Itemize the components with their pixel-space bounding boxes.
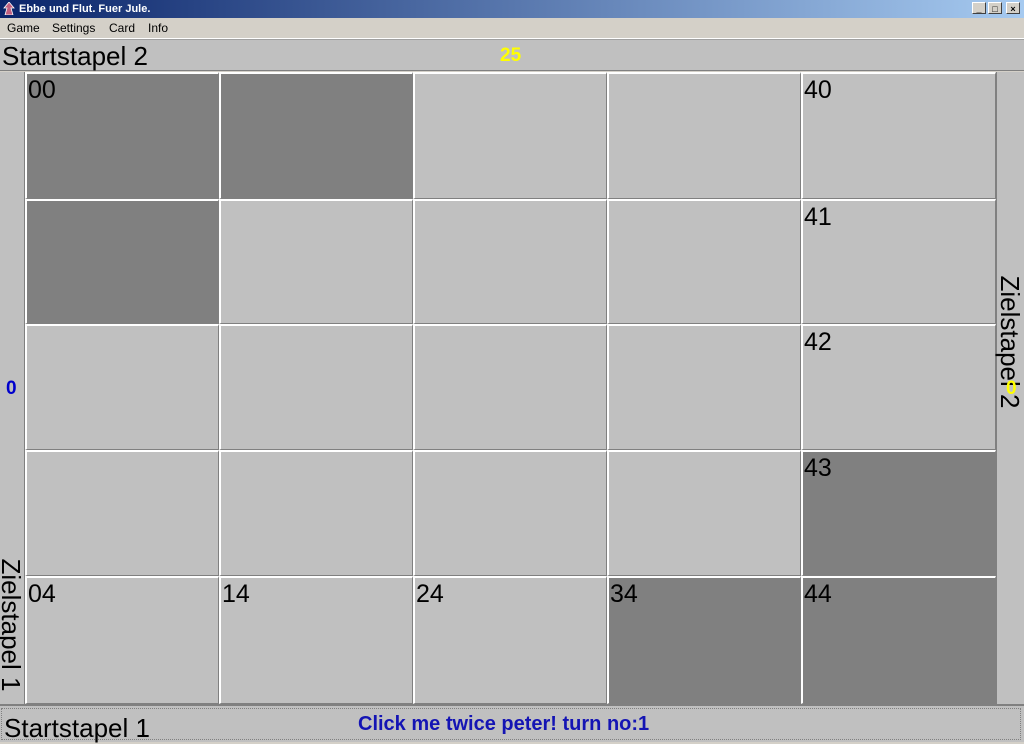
close-button[interactable]: × [1006,2,1020,14]
cell-label: 04 [28,580,56,608]
start-stack-2-label: Startstapel 2 [2,41,148,71]
app-icon [3,2,15,15]
cell-label: 00 [28,76,56,104]
board-cell[interactable]: 24 [413,576,607,704]
board-cell[interactable] [25,450,219,576]
board-cell[interactable]: 44 [801,576,996,704]
menu-info[interactable]: Info [148,21,168,35]
cell-label: 14 [222,580,250,608]
board-cell[interactable]: 43 [801,450,996,576]
board-cell[interactable]: 00 [25,72,219,199]
menu-bar: Game Settings Card Info [0,18,1024,39]
cell-label: 42 [804,328,832,356]
goal-stack-1-count: 0 [6,378,17,399]
board-cell[interactable] [607,324,801,450]
board-cell[interactable] [219,324,413,450]
cell-label: 34 [610,580,638,608]
maximize-button[interactable]: □ [988,2,1002,14]
board-cell[interactable] [219,72,413,199]
cell-label: 40 [804,76,832,104]
cell-label: 44 [804,580,832,608]
game-board: 00 40 41 42 43 04 14 24 34 44 [25,72,996,704]
start-stack-1[interactable]: Startstapel 1 Click me twice peter! turn… [0,704,1024,743]
menu-settings[interactable]: Settings [52,21,95,35]
goal-stack-2[interactable]: Zielstapel 2 0 [995,72,1024,704]
start-stack-2[interactable]: Startstapel 2 25 [0,39,1024,71]
cell-label: 24 [416,580,444,608]
board-cell[interactable] [25,324,219,450]
board-cell[interactable] [413,72,607,199]
board-cell[interactable] [219,199,413,324]
goal-stack-1[interactable]: 0 Zielstapel 1 [0,72,26,704]
window-title: Ebbe und Flut. Fuer Jule. [19,3,151,15]
cell-label: 43 [804,454,832,482]
board-cell[interactable] [413,199,607,324]
goal-stack-1-label: Zielstapel 1 [0,558,26,692]
board-cell[interactable] [607,450,801,576]
board-cell[interactable]: 04 [25,576,219,704]
board-cell[interactable]: 34 [607,576,801,704]
status-message[interactable]: Click me twice peter! turn no:1 [358,713,649,735]
goal-stack-2-count: 0 [1006,378,1017,399]
board-cell[interactable] [413,450,607,576]
board-cell[interactable]: 42 [801,324,996,450]
menu-game[interactable]: Game [7,21,40,35]
cell-label: 41 [804,203,832,231]
minimize-button[interactable]: _ [972,2,986,14]
board-cell[interactable] [607,199,801,324]
menu-card[interactable]: Card [109,21,135,35]
board-cell[interactable]: 14 [219,576,413,704]
board-cell[interactable]: 40 [801,72,996,199]
start-stack-1-label: Startstapel 1 [4,713,150,743]
board-cell[interactable] [219,450,413,576]
board-cell[interactable] [25,199,219,324]
board-cell[interactable] [413,324,607,450]
board-cell[interactable]: 41 [801,199,996,324]
start-stack-2-count: 25 [500,45,522,66]
title-bar: Ebbe und Flut. Fuer Jule. _ □ × [0,0,1024,18]
board-cell[interactable] [607,72,801,199]
start-stack-1-frame: Startstapel 1 Click me twice peter! turn… [1,708,1021,743]
